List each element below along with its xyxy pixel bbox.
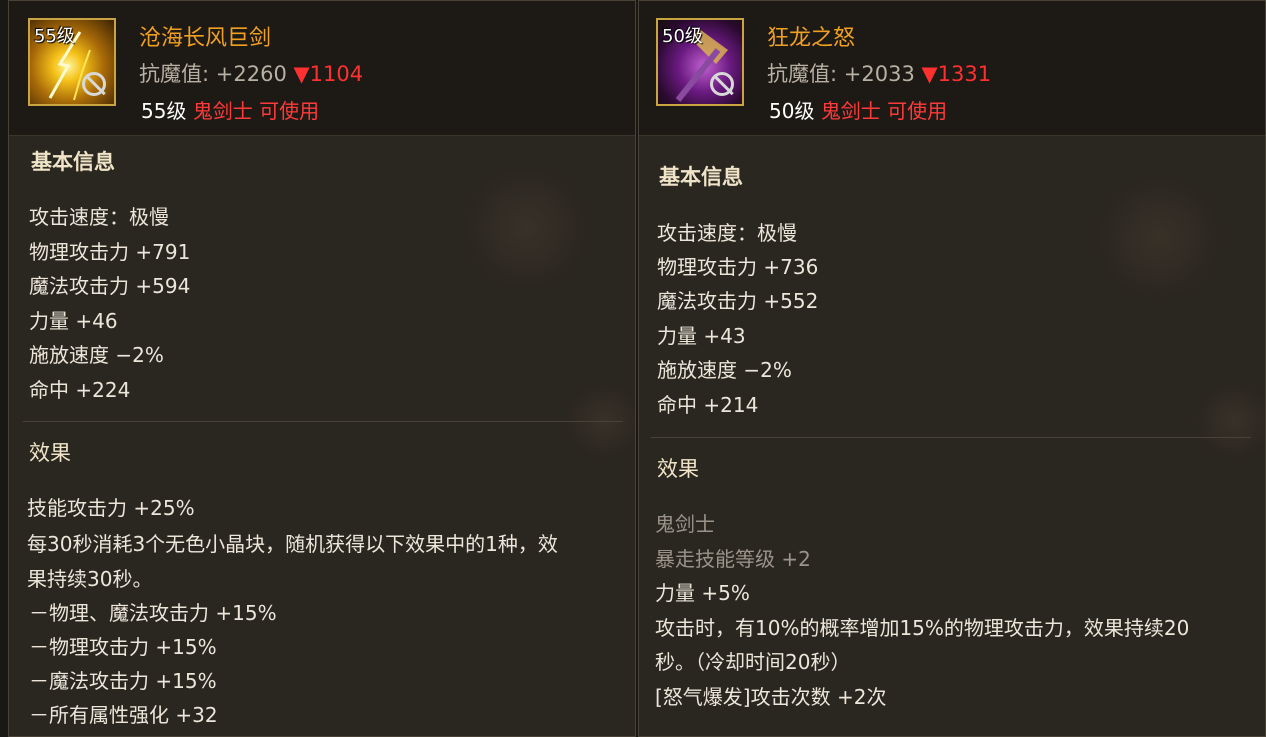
resist-value: +2033 [843, 62, 915, 86]
resist-diff: ▼1104 [293, 62, 364, 86]
required-class: 鬼剑士 [192, 99, 253, 123]
effect-skill-line: 暴走技能等级 +2 [655, 547, 811, 571]
effect-line: 力量 +5% [655, 581, 750, 605]
basic-info-title: 基本信息 [659, 165, 743, 189]
effect-class-line: 鬼剑士 [655, 512, 715, 536]
item-level-badge: 50级 [662, 26, 703, 47]
resist-value: +2260 [215, 62, 287, 86]
item-tooltip-right: 50级 狂龙之怒 抗魔值: +2033 ▼1331 50级 鬼剑士 可使用 基本… [638, 0, 1266, 737]
effect-line: －所有属性强化 +32 [29, 703, 218, 727]
requirement-row: 55级 鬼剑士 可使用 [141, 95, 319, 124]
required-level: 50级 [769, 99, 815, 123]
tooltip-header: 50级 狂龙之怒 抗魔值: +2033 ▼1331 50级 鬼剑士 可使用 [639, 1, 1265, 136]
section-divider [651, 437, 1251, 438]
stat-line: 攻击速度：极慢 [657, 221, 797, 245]
stat-line: 施放速度 −2% [29, 343, 164, 367]
effect-line: －物理攻击力 +15% [29, 635, 217, 659]
effect-line: －魔法攻击力 +15% [29, 669, 217, 693]
requirement-row: 50级 鬼剑士 可使用 [769, 95, 947, 124]
stat-line: 命中 +214 [657, 393, 759, 417]
stat-line: 力量 +46 [29, 309, 118, 333]
axe-icon[interactable]: 50级 [656, 18, 744, 106]
stat-line: 攻击速度：极慢 [29, 205, 169, 229]
resist-row: 抗魔值: +2033 ▼1331 [767, 58, 991, 88]
item-name: 狂龙之怒 [767, 26, 856, 51]
resist-label: 抗魔值: [767, 62, 838, 86]
item-tooltip-left: 55级 沧海长风巨剑 抗魔值: +2260 ▼1104 55级 鬼剑士 可使用 … [8, 0, 636, 737]
effect-line: 技能攻击力 +25% [27, 496, 195, 520]
stat-line: 魔法攻击力 +552 [657, 289, 819, 313]
basic-info-title: 基本信息 [31, 150, 115, 174]
effect-line: 果持续30秒。 [27, 567, 153, 591]
background-emblem [1194, 381, 1265, 461]
stat-line: 魔法攻击力 +594 [29, 274, 191, 298]
stat-line: 力量 +43 [657, 324, 746, 348]
item-name: 沧海长风巨剑 [139, 26, 272, 51]
tooltip-header: 55级 沧海长风巨剑 抗魔值: +2260 ▼1104 55级 鬼剑士 可使用 [9, 1, 635, 136]
stat-line: 物理攻击力 +736 [657, 255, 819, 279]
required-class: 鬼剑士 [820, 99, 881, 123]
effect-title: 效果 [657, 457, 699, 481]
resist-diff: ▼1331 [921, 62, 992, 86]
sword-icon[interactable]: 55级 [28, 18, 116, 106]
stat-line: 物理攻击力 +791 [29, 240, 191, 264]
resist-label: 抗魔值: [139, 62, 210, 86]
resist-row: 抗魔值: +2260 ▼1104 [139, 58, 363, 88]
usable-status: 可使用 [887, 99, 948, 123]
effect-line: 攻击时，有10%的概率增加15%的物理攻击力，效果持续20 [655, 616, 1190, 640]
unusable-icon [710, 72, 734, 96]
effect-line: －物理、魔法攻击力 +15% [29, 601, 277, 625]
effect-line: 秒。（冷却时间20秒） [655, 650, 851, 674]
effect-title: 效果 [29, 441, 71, 465]
effect-line: 每30秒消耗3个无色小晶块，随机获得以下效果中的1种，效 [27, 532, 558, 556]
section-divider [23, 421, 623, 422]
unusable-icon [82, 72, 106, 96]
item-level-badge: 55级 [34, 26, 75, 47]
required-level: 55级 [141, 99, 187, 123]
background-emblem [461, 163, 591, 293]
stat-line: 施放速度 −2% [657, 358, 792, 382]
effect-line: [怒气爆发]攻击次数 +2次 [655, 685, 887, 709]
stat-line: 命中 +224 [29, 378, 131, 402]
background-emblem [1094, 173, 1224, 303]
usable-status: 可使用 [259, 99, 320, 123]
